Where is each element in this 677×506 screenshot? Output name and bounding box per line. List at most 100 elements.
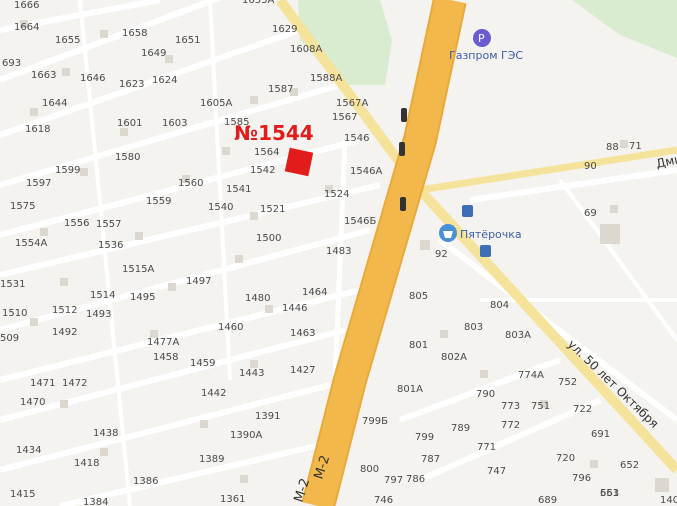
house-number: 800 [360, 464, 379, 475]
house-number: 1646 [80, 73, 105, 84]
gas-station-glyph: Р [478, 32, 485, 45]
house-number: 1470 [20, 397, 45, 408]
house-number: 140 [660, 495, 677, 506]
house-number: 1446 [282, 303, 307, 314]
house-number: 1608А [290, 44, 322, 55]
house-number: 1546Б [344, 216, 376, 227]
house-number: 1427 [290, 365, 315, 376]
house-number: 1389 [199, 454, 224, 465]
house-number: 92 [435, 249, 448, 260]
house-number: 1663 [31, 70, 56, 81]
house-number: 1480 [245, 293, 270, 304]
house-number: 1597 [26, 178, 51, 189]
house-number: 1391 [255, 411, 280, 422]
house-number: 786 [406, 474, 425, 485]
house-number: 1649 [141, 48, 166, 59]
house-number: 1557 [96, 219, 121, 230]
house-number: 1567 [332, 112, 357, 123]
house-number: 1361 [220, 494, 245, 505]
house-number: 691 [591, 429, 610, 440]
house-number: 1585 [224, 117, 249, 128]
house-number: 751 [531, 401, 550, 412]
house-number: 1651 [175, 35, 200, 46]
property-marker[interactable] [284, 147, 314, 177]
house-number: 1666 [14, 0, 39, 11]
house-number: 802А [441, 352, 467, 363]
house-number: 1536 [98, 240, 123, 251]
house-number: 1497 [186, 276, 211, 287]
house-number: 1564 [254, 147, 279, 158]
house-number: 1493 [86, 309, 111, 320]
house-number: 1463 [290, 328, 315, 339]
house-number: 1524 [324, 189, 349, 200]
map-view[interactable]: №1544 М-2 М-2 ул. 50 лет Октября Дми Р Г… [0, 0, 677, 506]
house-number: 1599 [55, 165, 80, 176]
house-number: 1418 [74, 458, 99, 469]
house-number: 1541 [226, 184, 251, 195]
house-number: 1653А [242, 0, 274, 6]
house-number: 1460 [218, 322, 243, 333]
house-number: 1655 [55, 35, 80, 46]
house-number: 1438 [93, 428, 118, 439]
house-number: 561 [600, 488, 619, 499]
house-number: 1556 [64, 218, 89, 229]
bus-stop-icon[interactable] [480, 245, 491, 257]
house-number: 1575 [10, 201, 35, 212]
house-number: 790 [476, 389, 495, 400]
house-number: 805 [409, 291, 428, 302]
house-number: 1601 [117, 118, 142, 129]
house-number: 771 [477, 442, 496, 453]
street-label: ул. 50 лет Октября [565, 337, 661, 431]
house-number: 1623 [119, 79, 144, 90]
house-number: 772 [501, 420, 520, 431]
poi-shop-label[interactable]: Пятёрочка [460, 228, 522, 241]
house-number: 1521 [260, 204, 285, 215]
house-number: 787 [421, 454, 440, 465]
house-number: 1546 [344, 133, 369, 144]
map-canvas: №1544 М-2 М-2 ул. 50 лет Октября Дми Р Г… [0, 0, 677, 506]
house-number: 799Б [362, 416, 388, 427]
house-number: 693 [2, 58, 21, 69]
house-number: 1629 [272, 24, 297, 35]
house-number: 1434 [16, 445, 41, 456]
house-number: 1384 [83, 497, 108, 506]
house-number: 1390А [230, 430, 262, 441]
house-number: 1477А [147, 337, 179, 348]
park-area [572, 0, 677, 58]
house-number: 1510 [2, 308, 27, 319]
house-number: 803А [505, 330, 531, 341]
house-number: 1559 [146, 196, 171, 207]
house-number: 1560 [178, 178, 203, 189]
house-number: 1587 [268, 84, 293, 95]
poi-gas-label[interactable]: Газпром ГЭС [449, 49, 523, 62]
house-number: 1459 [190, 358, 215, 369]
house-number: 746 [374, 495, 393, 506]
house-number: 1442 [201, 388, 226, 399]
house-number: 1492 [52, 327, 77, 338]
house-number: 1531 [0, 279, 25, 290]
house-number: 1514 [90, 290, 115, 301]
house-number: 774А [518, 370, 544, 381]
house-number: 1554А [15, 238, 47, 249]
house-number: 1464 [302, 287, 327, 298]
house-number: 1605А [200, 98, 232, 109]
house-number: 752 [558, 377, 577, 388]
house-number: 797 [384, 475, 403, 486]
house-number: 71 [629, 141, 642, 152]
house-number: 1495 [130, 292, 155, 303]
house-number: 1603 [162, 118, 187, 129]
house-number: 689 [538, 495, 557, 506]
house-number: 801 [409, 340, 428, 351]
house-number: 1567А [336, 98, 368, 109]
house-number: 1658 [122, 28, 147, 39]
house-number: 1483 [326, 246, 351, 257]
bus-stop-icon[interactable] [462, 205, 473, 217]
house-number: 1664 [14, 22, 39, 33]
house-number: 803 [464, 322, 483, 333]
house-number: 1540 [208, 202, 233, 213]
house-number: 720 [556, 453, 575, 464]
house-number: 1644 [42, 98, 67, 109]
house-number: 1515А [122, 264, 154, 275]
house-number: 773 [501, 401, 520, 412]
house-number: 747 [487, 466, 506, 477]
